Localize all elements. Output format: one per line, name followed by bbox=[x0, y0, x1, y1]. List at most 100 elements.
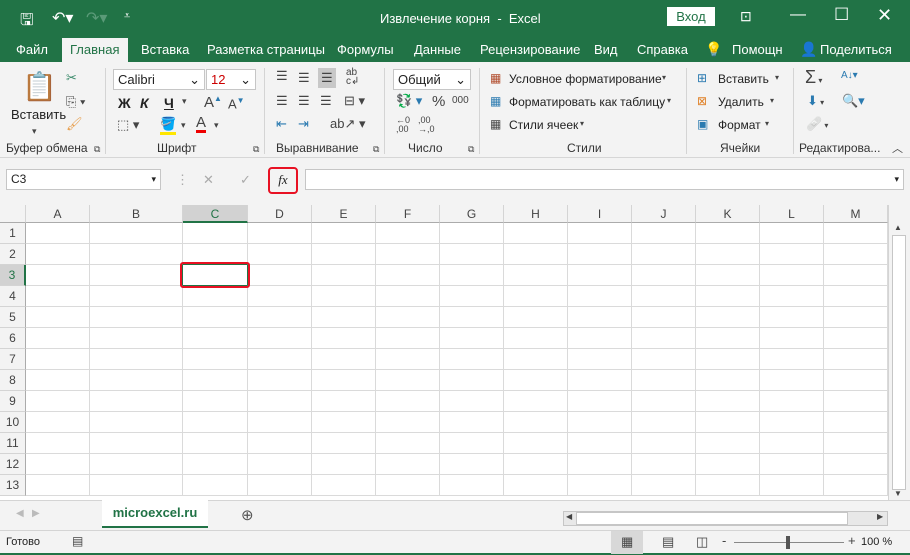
cell-H4[interactable] bbox=[504, 286, 568, 307]
cell-B2[interactable] bbox=[90, 244, 183, 265]
cell-L2[interactable] bbox=[760, 244, 824, 265]
cell-G8[interactable] bbox=[440, 370, 504, 391]
cell-J2[interactable] bbox=[632, 244, 696, 265]
row-header-1[interactable]: 1 bbox=[0, 223, 26, 244]
cell-J5[interactable] bbox=[632, 307, 696, 328]
tab-data[interactable]: Данные bbox=[406, 38, 469, 62]
cell-D10[interactable] bbox=[248, 412, 312, 433]
cell-C6[interactable] bbox=[183, 328, 248, 349]
align-right-icon[interactable]: ☰ bbox=[320, 93, 332, 109]
cell-E3[interactable] bbox=[312, 265, 376, 286]
delete-cells-button[interactable]: Удалить bbox=[718, 95, 764, 109]
format-cells-button[interactable]: Формат bbox=[718, 118, 761, 132]
cell-G13[interactable] bbox=[440, 475, 504, 496]
cell-F7[interactable] bbox=[376, 349, 440, 370]
vertical-scrollbar[interactable]: ▲ ▼ bbox=[888, 205, 910, 500]
cell-J9[interactable] bbox=[632, 391, 696, 412]
wrap-text-icon[interactable]: abc↲ bbox=[346, 68, 359, 86]
cell-H6[interactable] bbox=[504, 328, 568, 349]
cut-icon[interactable]: ✂ bbox=[66, 70, 77, 86]
cell-D4[interactable] bbox=[248, 286, 312, 307]
dialog-launcher-icon[interactable]: ⧉ bbox=[253, 144, 259, 155]
cell-K8[interactable] bbox=[696, 370, 760, 391]
cell-F3[interactable] bbox=[376, 265, 440, 286]
column-header-C[interactable]: C bbox=[183, 205, 248, 223]
percent-icon[interactable]: % bbox=[432, 93, 445, 110]
cell-H2[interactable] bbox=[504, 244, 568, 265]
horizontal-scroll-thumb[interactable] bbox=[576, 512, 848, 525]
comma-style-icon[interactable]: 000 bbox=[452, 95, 469, 106]
page-break-view-icon[interactable]: ◫ bbox=[696, 534, 708, 550]
cell-G2[interactable] bbox=[440, 244, 504, 265]
cell-L13[interactable] bbox=[760, 475, 824, 496]
find-select-icon[interactable]: 🔍▾ bbox=[842, 93, 865, 109]
cell-L11[interactable] bbox=[760, 433, 824, 454]
row-header-11[interactable]: 11 bbox=[0, 433, 26, 454]
cell-G10[interactable] bbox=[440, 412, 504, 433]
tab-tell-me[interactable]: Помощн bbox=[724, 38, 791, 62]
cell-H1[interactable] bbox=[504, 223, 568, 244]
cell-D6[interactable] bbox=[248, 328, 312, 349]
cell-J13[interactable] bbox=[632, 475, 696, 496]
cell-E7[interactable] bbox=[312, 349, 376, 370]
paste-button[interactable]: Вставить bbox=[11, 107, 66, 122]
cell-B8[interactable] bbox=[90, 370, 183, 391]
cell-A6[interactable] bbox=[26, 328, 90, 349]
cell-B7[interactable] bbox=[90, 349, 183, 370]
cell-H13[interactable] bbox=[504, 475, 568, 496]
cell-H5[interactable] bbox=[504, 307, 568, 328]
cell-I2[interactable] bbox=[568, 244, 632, 265]
increase-decimal-icon[interactable]: ←0,00 bbox=[396, 116, 410, 134]
cell-H11[interactable] bbox=[504, 433, 568, 454]
zoom-slider-thumb[interactable] bbox=[786, 536, 790, 549]
maximize-button[interactable]: ☐ bbox=[834, 5, 849, 25]
cell-C10[interactable] bbox=[183, 412, 248, 433]
align-middle-icon[interactable]: ☰ bbox=[298, 70, 310, 86]
cell-A3[interactable] bbox=[26, 265, 90, 286]
cell-A4[interactable] bbox=[26, 286, 90, 307]
cell-E12[interactable] bbox=[312, 454, 376, 475]
select-all-corner[interactable] bbox=[0, 205, 26, 223]
cell-M2[interactable] bbox=[824, 244, 888, 265]
tab-review[interactable]: Рецензирование bbox=[472, 38, 588, 62]
cell-G3[interactable] bbox=[440, 265, 504, 286]
cell-I13[interactable] bbox=[568, 475, 632, 496]
cell-L12[interactable] bbox=[760, 454, 824, 475]
cell-H10[interactable] bbox=[504, 412, 568, 433]
cell-F13[interactable] bbox=[376, 475, 440, 496]
cell-B5[interactable] bbox=[90, 307, 183, 328]
cell-C5[interactable] bbox=[183, 307, 248, 328]
cell-G9[interactable] bbox=[440, 391, 504, 412]
enter-icon[interactable]: ✓ bbox=[240, 172, 251, 188]
increase-indent-icon[interactable]: ⇥ bbox=[298, 116, 309, 132]
font-size-select[interactable]: 12⌄ bbox=[206, 69, 256, 90]
horizontal-scrollbar[interactable]: ◀ ▶ bbox=[563, 511, 888, 526]
cell-I4[interactable] bbox=[568, 286, 632, 307]
cell-L9[interactable] bbox=[760, 391, 824, 412]
column-header-K[interactable]: K bbox=[696, 205, 760, 223]
cell-C11[interactable] bbox=[183, 433, 248, 454]
cell-B4[interactable] bbox=[90, 286, 183, 307]
row-header-12[interactable]: 12 bbox=[0, 454, 26, 475]
row-header-6[interactable]: 6 bbox=[0, 328, 26, 349]
cell-G1[interactable] bbox=[440, 223, 504, 244]
cell-C8[interactable] bbox=[183, 370, 248, 391]
underline-dropdown-icon[interactable]: ▾ bbox=[182, 96, 187, 107]
cell-L4[interactable] bbox=[760, 286, 824, 307]
add-sheet-icon[interactable]: ⊕ bbox=[241, 506, 254, 524]
tab-page-layout[interactable]: Разметка страницы bbox=[199, 38, 333, 62]
cell-G11[interactable] bbox=[440, 433, 504, 454]
decrease-font-icon[interactable]: A▼ bbox=[228, 96, 245, 111]
tab-formulas[interactable]: Формулы bbox=[329, 38, 402, 62]
cell-H3[interactable] bbox=[504, 265, 568, 286]
cell-G5[interactable] bbox=[440, 307, 504, 328]
cell-L6[interactable] bbox=[760, 328, 824, 349]
cell-D11[interactable] bbox=[248, 433, 312, 454]
cell-D5[interactable] bbox=[248, 307, 312, 328]
cell-D8[interactable] bbox=[248, 370, 312, 391]
cell-E1[interactable] bbox=[312, 223, 376, 244]
cell-M5[interactable] bbox=[824, 307, 888, 328]
cell-K4[interactable] bbox=[696, 286, 760, 307]
cell-M12[interactable] bbox=[824, 454, 888, 475]
cell-B6[interactable] bbox=[90, 328, 183, 349]
